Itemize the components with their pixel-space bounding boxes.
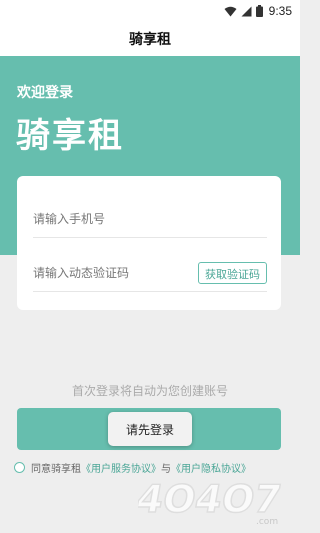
page-title: 骑享租 <box>129 32 171 48</box>
signal-icon <box>241 6 252 16</box>
user-service-link[interactable]: 《用户服务协议》 <box>81 464 161 475</box>
battery-icon <box>255 5 263 17</box>
svg-text:4O4O7: 4O4O7 <box>138 477 285 522</box>
privacy-link[interactable]: 《用户隐私协议》 <box>171 464 251 475</box>
verification-code-input[interactable] <box>33 265 173 280</box>
status-time: 9:35 <box>268 4 292 18</box>
toast-message: 请先登录 <box>108 412 192 446</box>
nav-bar: 骑享租 <box>0 22 300 56</box>
agree-radio[interactable] <box>14 462 25 473</box>
agreement-row: 同意骑享租《用户服务协议》与《用户隐私协议》 <box>14 460 251 475</box>
login-card: 获取验证码 <box>17 176 281 310</box>
auto-register-hint: 首次登录将自动为您创建账号 <box>71 384 228 398</box>
agreement-prefix: 同意骑享租 <box>31 464 81 475</box>
code-field-row: 获取验证码 <box>33 254 267 292</box>
phone-input[interactable] <box>33 211 173 226</box>
phone-field-row <box>33 200 267 238</box>
watermark-logo: 4O4O7 .com <box>138 477 285 527</box>
agreement-connector: 与 <box>161 464 171 475</box>
brand-name: 骑享租 <box>16 116 124 156</box>
status-bar: 9:35 <box>0 0 300 22</box>
wifi-icon <box>224 6 237 16</box>
welcome-text: 欢迎登录 <box>17 85 73 101</box>
get-code-button[interactable]: 获取验证码 <box>198 261 267 284</box>
svg-text:.com: .com <box>256 517 278 527</box>
